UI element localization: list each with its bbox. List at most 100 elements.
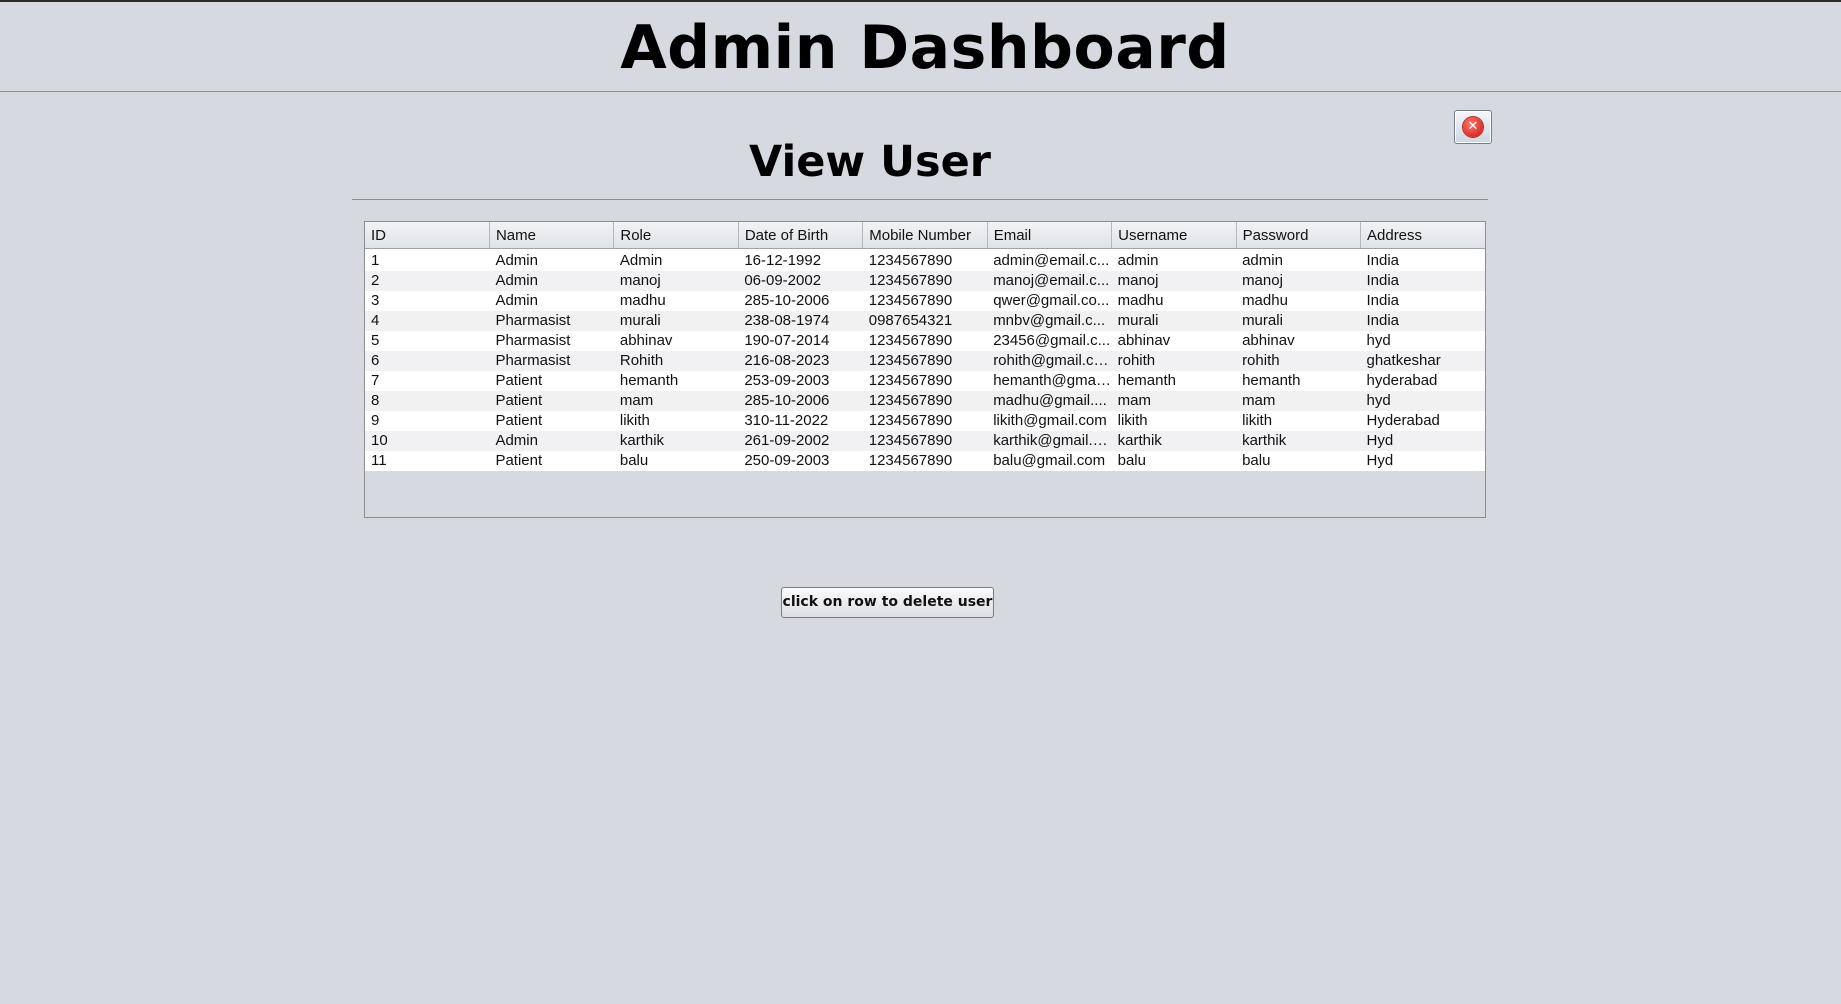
table-cell[interactable]: admin <box>1112 249 1236 272</box>
table-cell[interactable]: karthik@gmail.c... <box>987 431 1111 451</box>
table-cell[interactable]: mnbv@gmail.c... <box>987 311 1111 331</box>
table-cell[interactable]: likith <box>614 411 738 431</box>
table-cell[interactable]: 190-07-2014 <box>738 331 862 351</box>
table-cell[interactable]: 11 <box>365 451 489 471</box>
table-cell[interactable]: 6 <box>365 351 489 371</box>
table-cell[interactable]: 06-09-2002 <box>738 271 862 291</box>
table-cell[interactable]: Admin <box>489 431 613 451</box>
table-cell[interactable]: madhu <box>1236 291 1360 311</box>
table-cell[interactable]: India <box>1361 249 1486 272</box>
table-cell[interactable]: murali <box>614 311 738 331</box>
table-cell[interactable]: abhinav <box>1112 331 1236 351</box>
table-cell[interactable]: 7 <box>365 371 489 391</box>
column-header[interactable]: Email <box>987 222 1113 249</box>
table-cell[interactable]: 1234567890 <box>863 451 987 471</box>
table-cell[interactable]: ghatkeshar <box>1361 351 1486 371</box>
table-cell[interactable]: 2 <box>365 271 489 291</box>
table-cell[interactable]: abhinav <box>614 331 738 351</box>
table-cell[interactable]: hyd <box>1361 391 1486 411</box>
table-cell[interactable]: 250-09-2003 <box>738 451 862 471</box>
table-row[interactable]: 7 Patient hemanth 253-09-2003 1234567890 hema… <box>365 371 1485 391</box>
table-cell[interactable]: India <box>1361 271 1486 291</box>
table-cell[interactable]: admin@email.c... <box>987 249 1111 272</box>
table-cell[interactable]: karthik <box>614 431 738 451</box>
table-cell[interactable]: manoj <box>1112 271 1236 291</box>
table-cell[interactable]: Patient <box>489 371 613 391</box>
table-cell[interactable]: balu@gmail.com <box>987 451 1111 471</box>
table-cell[interactable]: 1234567890 <box>863 391 987 411</box>
users-table[interactable]: ID Name Role Date of Birth Mobile Number Emai… <box>365 222 1485 471</box>
table-cell[interactable]: 253-09-2003 <box>738 371 862 391</box>
table-cell[interactable]: hemanth <box>1112 371 1236 391</box>
table-cell[interactable]: hemanth <box>614 371 738 391</box>
table-cell[interactable]: Admin <box>489 271 613 291</box>
table-cell[interactable]: 23456@gmail.c... <box>987 331 1111 351</box>
table-cell[interactable]: 4 <box>365 311 489 331</box>
table-cell[interactable]: balu <box>1236 451 1360 471</box>
table-cell[interactable]: Patient <box>489 451 613 471</box>
table-cell[interactable]: manoj <box>1236 271 1360 291</box>
table-cell[interactable]: qwer@gmail.co... <box>987 291 1111 311</box>
table-cell[interactable]: Pharmasist <box>489 351 613 371</box>
table-cell[interactable]: Pharmasist <box>489 331 613 351</box>
column-header[interactable]: Address <box>1360 222 1485 249</box>
table-row[interactable]: 8 Patient mam 285-10-2006 1234567890 madhu@gm… <box>365 391 1485 411</box>
table-cell[interactable]: 1234567890 <box>863 351 987 371</box>
table-cell[interactable]: admin <box>1236 249 1360 272</box>
table-cell[interactable]: Patient <box>489 391 613 411</box>
table-cell[interactable]: hemanth <box>1236 371 1360 391</box>
table-cell[interactable]: 285-10-2006 <box>738 391 862 411</box>
table-cell[interactable]: balu <box>1112 451 1236 471</box>
table-row[interactable]: 5 Pharmasist abhinav 190-07-2014 1234567890 2… <box>365 331 1485 351</box>
table-row[interactable]: 2 Admin manoj 06-09-2002 1234567890 manoj@ema… <box>365 271 1485 291</box>
table-cell[interactable]: 1234567890 <box>863 331 987 351</box>
table-cell[interactable]: balu <box>614 451 738 471</box>
table-cell[interactable]: karthik <box>1236 431 1360 451</box>
delete-user-button[interactable]: click on row to delete user <box>781 587 994 618</box>
table-cell[interactable]: mam <box>1112 391 1236 411</box>
table-cell[interactable]: madhu <box>614 291 738 311</box>
column-header[interactable]: Name <box>489 222 615 249</box>
table-cell[interactable]: hyderabad <box>1361 371 1486 391</box>
table-cell[interactable]: mam <box>614 391 738 411</box>
table-cell[interactable]: 310-11-2022 <box>738 411 862 431</box>
table-cell[interactable]: likith <box>1236 411 1360 431</box>
table-cell[interactable]: 285-10-2006 <box>738 291 862 311</box>
table-cell[interactable]: 3 <box>365 291 489 311</box>
table-cell[interactable]: Hyderabad <box>1361 411 1486 431</box>
table-row[interactable]: 3 Admin madhu 285-10-2006 1234567890 qwer@gma… <box>365 291 1485 311</box>
table-cell[interactable]: India <box>1361 291 1486 311</box>
table-cell[interactable]: 1234567890 <box>863 291 987 311</box>
column-header[interactable]: Password <box>1236 222 1362 249</box>
table-cell[interactable]: murali <box>1236 311 1360 331</box>
table-row[interactable]: 4 Pharmasist murali 238-08-1974 0987654321 mn… <box>365 311 1485 331</box>
table-cell[interactable]: Rohith <box>614 351 738 371</box>
table-cell[interactable]: 16-12-1992 <box>738 249 862 272</box>
table-row[interactable]: 11 Patient balu 250-09-2003 1234567890 balu@g… <box>365 451 1485 471</box>
table-cell[interactable]: murali <box>1112 311 1236 331</box>
table-cell[interactable]: 238-08-1974 <box>738 311 862 331</box>
table-cell[interactable]: karthik <box>1112 431 1236 451</box>
table-cell[interactable]: mam <box>1236 391 1360 411</box>
table-cell[interactable]: rohith <box>1112 351 1236 371</box>
table-cell[interactable]: hemanth@gmai... <box>987 371 1111 391</box>
table-cell[interactable]: 261-09-2002 <box>738 431 862 451</box>
table-cell[interactable]: 216-08-2023 <box>738 351 862 371</box>
column-header[interactable]: Role <box>613 222 739 249</box>
table-cell[interactable]: 1234567890 <box>863 271 987 291</box>
table-row[interactable]: 1 Admin Admin 16-12-1992 1234567890 admin@ema… <box>365 248 1486 272</box>
table-row[interactable]: 10 Admin karthik 261-09-2002 1234567890 karth… <box>365 431 1485 451</box>
table-cell[interactable]: manoj <box>614 271 738 291</box>
table-row[interactable]: 9 Patient likith 310-11-2022 1234567890 likit… <box>365 411 1485 431</box>
table-cell[interactable]: 9 <box>365 411 489 431</box>
table-cell[interactable]: rohith <box>1236 351 1360 371</box>
table-cell[interactable]: rohith@gmail.co... <box>987 351 1111 371</box>
table-cell[interactable]: likith <box>1112 411 1236 431</box>
table-cell[interactable]: hyd <box>1361 331 1486 351</box>
table-cell[interactable]: Hyd <box>1361 451 1486 471</box>
table-cell[interactable]: 1 <box>365 249 489 272</box>
table-cell[interactable]: Patient <box>489 411 613 431</box>
table-cell[interactable]: 10 <box>365 431 489 451</box>
table-cell[interactable]: 1234567890 <box>863 411 987 431</box>
table-cell[interactable]: manoj@email.c... <box>987 271 1111 291</box>
